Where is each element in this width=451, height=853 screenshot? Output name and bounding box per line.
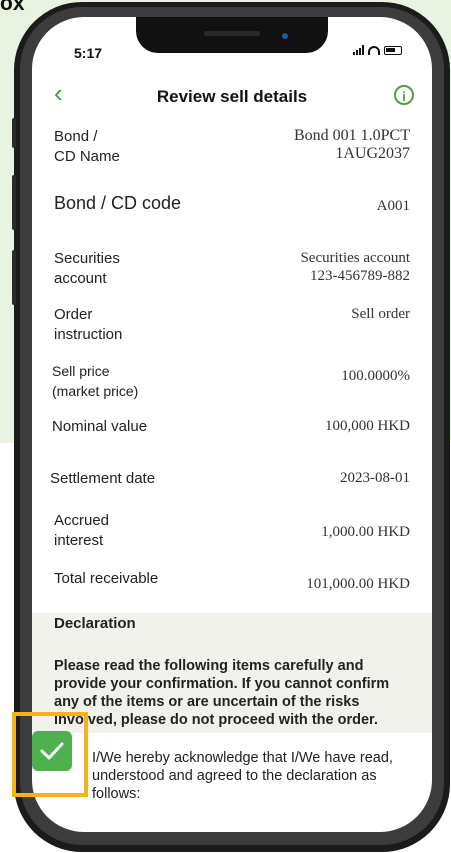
checkmark-icon <box>40 742 64 760</box>
status-time: 5:17 <box>74 45 103 61</box>
detail-label: Nominal value <box>52 418 148 435</box>
declaration-title: Declaration <box>54 615 136 632</box>
detail-label: Total receivable <box>54 570 159 587</box>
nav-bar: ‹ Review sell details i <box>32 77 432 117</box>
detail-label: Securities account <box>54 250 120 287</box>
detail-label: Sell price (market price) <box>52 363 139 399</box>
detail-label: Bond / CD code <box>54 193 182 213</box>
mute-switch <box>12 118 16 148</box>
detail-value: 100,000 HKD <box>325 418 410 434</box>
detail-value: 101,000.00 HKD <box>306 576 410 592</box>
acknowledge-checkbox[interactable] <box>32 731 72 771</box>
info-icon[interactable]: i <box>394 85 414 105</box>
detail-value: 1,000.00 HKD <box>321 524 410 540</box>
detail-value: Securities account 123-456789-882 <box>300 250 410 284</box>
volume-down-button <box>12 250 16 305</box>
detail-label: Settlement date <box>50 470 156 487</box>
detail-label: Order instruction <box>54 306 123 343</box>
battery-icon <box>384 45 402 55</box>
detail-value: 2023-08-01 <box>340 470 410 486</box>
detail-value: 100.0000% <box>341 368 410 384</box>
detail-label: Bond / CD Name <box>54 128 120 165</box>
status-icons <box>353 45 402 55</box>
detail-value: A001 <box>376 198 410 214</box>
page-title: Review sell details <box>156 87 308 106</box>
notch <box>136 17 328 53</box>
wifi-icon <box>368 45 380 55</box>
front-camera <box>282 33 288 39</box>
volume-up-button <box>12 175 16 230</box>
acknowledgement-text: I/We hereby acknowledge that I/We have r… <box>92 750 393 802</box>
speaker-grill <box>204 31 260 36</box>
detail-label: Accrued interest <box>54 512 110 549</box>
declaration-section: Declaration Please read the following it… <box>32 613 432 733</box>
declaration-text: Please read the following items carefull… <box>54 658 390 728</box>
signal-icon <box>353 45 364 55</box>
detail-value: Sell order <box>351 306 410 322</box>
corner-label: ox <box>0 0 25 15</box>
detail-value: Bond 001 1.0PCT 1AUG2037 <box>293 127 410 162</box>
phone-screen: 5:17 ‹ Review sell details i Bond / CD N… <box>32 17 432 832</box>
